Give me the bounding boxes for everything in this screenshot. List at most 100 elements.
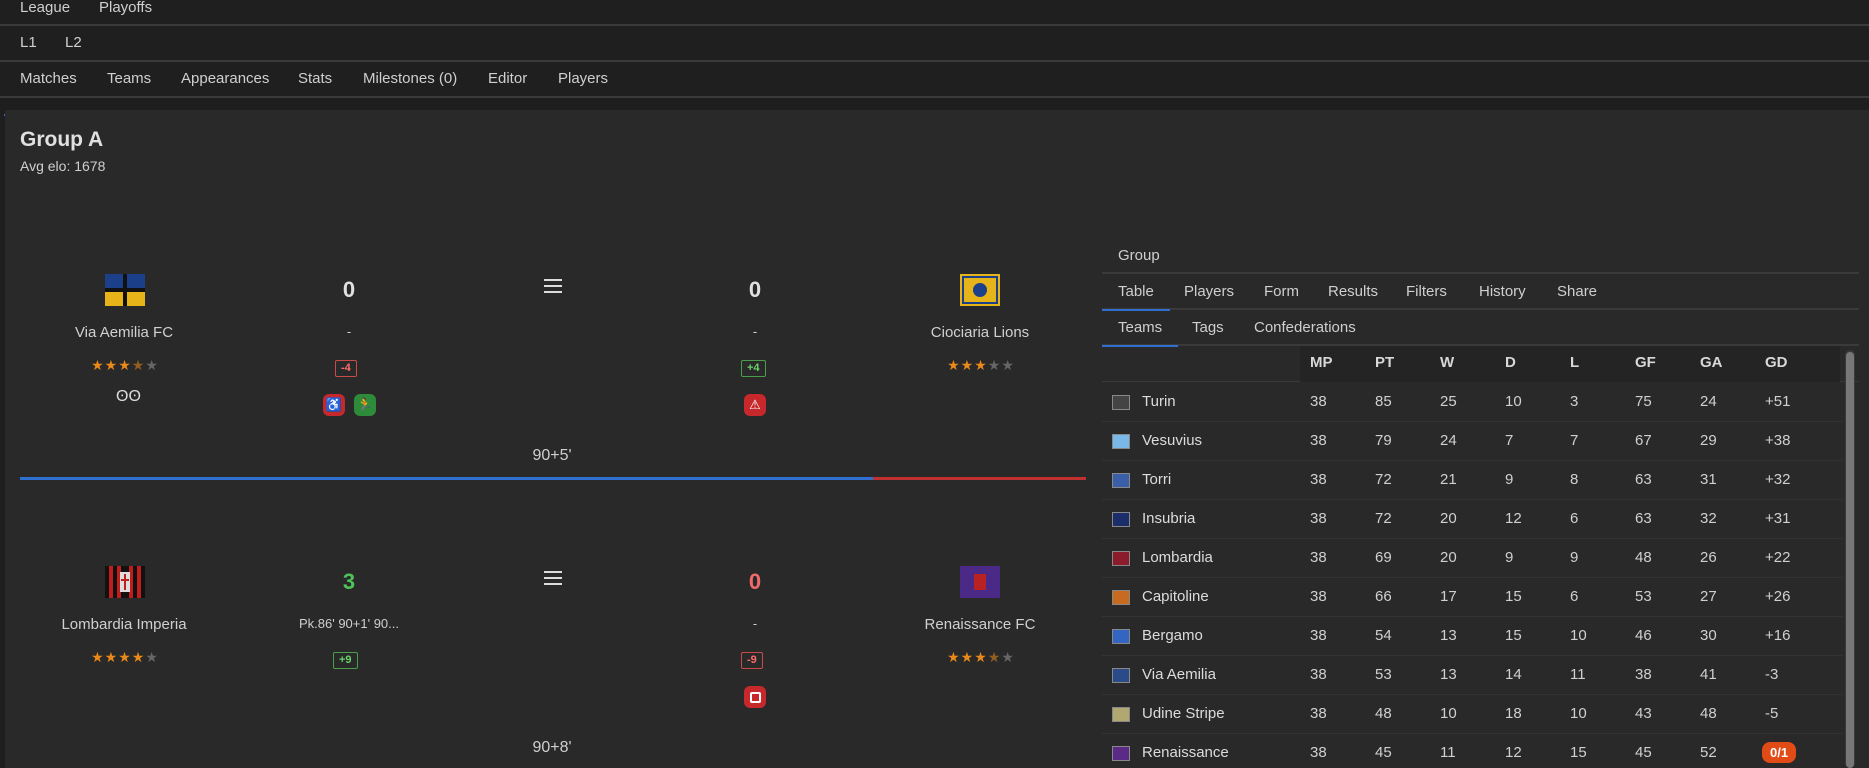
team-name[interactable]: Bergamo [1142,627,1203,644]
cell-ga: 27 [1700,588,1717,605]
cell-w: 21 [1440,471,1457,488]
tab-teams[interactable]: Teams [1101,319,1179,347]
menu-icon[interactable] [544,279,562,293]
table-row[interactable]: Lombardia 38 69 20 9 9 48 26 +22 [1102,539,1842,578]
team-flag-icon [1112,707,1130,722]
away-elo-change: -9 [741,652,763,669]
cell-gd: +32 [1765,471,1791,488]
team-name[interactable]: Turin [1142,393,1176,410]
tab-history[interactable]: History [1479,283,1526,300]
tab-teams[interactable]: Teams [107,71,151,105]
tab-table[interactable]: Table [1102,283,1170,311]
cell-l: 7 [1570,432,1579,449]
team-name[interactable]: Udine Stripe [1142,705,1225,722]
team-name[interactable]: Renaissance [1142,744,1229,761]
col-gd[interactable]: GD [1765,354,1788,371]
team-flag-icon [1112,590,1130,605]
table-row[interactable]: Via Aemilia 38 53 13 14 11 38 41 -3 [1102,656,1842,695]
tab-players[interactable]: Players [1184,283,1234,300]
cell-mp: 38 [1310,471,1327,488]
tab-appearances[interactable]: Appearances [181,71,269,105]
section-tabbar: Matches Teams Appearances Stats Mileston… [0,62,1869,116]
col-pt[interactable]: PT [1375,354,1394,371]
table-sub-tabs: Teams Tags Confederations [1101,310,1859,347]
cell-l: 9 [1570,549,1579,566]
tab-filters[interactable]: Filters [1406,283,1447,300]
table-row[interactable]: Udine Stripe 38 48 10 18 10 43 48 -5 [1102,695,1842,734]
cell-pt: 66 [1375,588,1392,605]
cell-mp: 38 [1310,510,1327,527]
cell-d: 12 [1505,744,1522,761]
team-name[interactable]: Insubria [1142,510,1195,527]
table-row[interactable]: Torri 38 72 21 9 8 63 31 +32 [1102,461,1842,500]
home-team-name[interactable]: Lombardia Imperia [14,616,234,633]
col-l[interactable]: L [1570,354,1579,371]
cell-pt: 72 [1375,471,1392,488]
cell-pt: 72 [1375,510,1392,527]
tab-editor[interactable]: Editor [488,71,527,105]
cell-mp: 38 [1310,588,1327,605]
menu-icon[interactable] [544,571,562,585]
renaissance-flag-icon [960,566,1000,598]
tab-confederations[interactable]: Confederations [1254,319,1356,336]
cell-gf: 43 [1635,705,1652,722]
table-row[interactable]: Turin 38 85 25 10 3 75 24 +51 [1102,383,1842,422]
tab-results[interactable]: Results [1328,283,1378,300]
tab-players[interactable]: Players [558,71,608,105]
cell-d: 10 [1505,393,1522,410]
col-d[interactable]: D [1505,354,1516,371]
table-row[interactable]: Bergamo 38 54 13 15 10 46 30 +16 [1102,617,1842,656]
team-name[interactable]: Vesuvius [1142,432,1202,449]
red-card-icon [744,686,766,708]
cell-gf: 67 [1635,432,1652,449]
cell-gd: +16 [1765,627,1791,644]
col-w[interactable]: W [1440,354,1454,371]
match-minute: 90+8' [532,739,572,756]
cell-w: 11 [1440,744,1456,761]
table-row[interactable]: Insubria 38 72 20 12 6 63 32 +31 [1102,500,1842,539]
team-name[interactable]: Torri [1142,471,1171,488]
cell-mp: 38 [1310,432,1327,449]
cell-d: 18 [1505,705,1522,722]
home-score: 0 [342,277,356,302]
col-mp[interactable]: MP [1310,354,1333,371]
col-gf[interactable]: GF [1635,354,1656,371]
cell-pt: 45 [1375,744,1392,761]
home-team-name[interactable]: Via Aemilia FC [14,324,234,341]
tab-tags[interactable]: Tags [1192,319,1224,336]
cell-l: 8 [1570,471,1579,488]
tab-matches[interactable]: Matches [4,71,93,116]
tab-milestones[interactable]: Milestones (0) [363,71,457,105]
table-scrollbar-thumb[interactable] [1846,352,1854,768]
cell-d: 7 [1505,432,1514,449]
team-name[interactable]: Via Aemilia [1142,666,1216,683]
cell-mp: 38 [1310,705,1327,722]
cell-gd: +38 [1765,432,1791,449]
team-name[interactable]: Capitoline [1142,588,1209,605]
cell-gf: 63 [1635,510,1652,527]
table-row[interactable]: Capitoline 38 66 17 15 6 53 27 +26 [1102,578,1842,617]
link-rings-icon: ʘʘ [116,388,141,405]
cell-ga: 26 [1700,549,1717,566]
cell-pt: 79 [1375,432,1392,449]
cell-d: 15 [1505,627,1522,644]
tab-group[interactable]: Group [1118,247,1160,264]
away-team-name[interactable]: Ciociaria Lions [870,324,1090,341]
team-name[interactable]: Lombardia [1142,549,1213,566]
col-ga[interactable]: GA [1700,354,1723,371]
away-team-name[interactable]: Renaissance FC [870,616,1090,633]
cell-l: 15 [1570,744,1587,761]
ciociaria-flag-icon [960,274,1000,306]
wheelchair-icon: ♿ [323,394,345,416]
tab-share[interactable]: Share [1557,283,1597,300]
cell-d: 14 [1505,666,1522,683]
table-row[interactable]: Vesuvius 38 79 24 7 7 67 29 +38 [1102,422,1842,461]
cell-gd: +26 [1765,588,1791,605]
table-row[interactable]: Renaissance 38 45 11 12 15 45 52 0/1 [1102,734,1842,768]
cell-gd: 0/1 [1762,742,1797,763]
tab-stats[interactable]: Stats [298,71,332,105]
group-header-tabs: Group [1102,238,1859,274]
cell-ga: 29 [1700,432,1717,449]
tab-form[interactable]: Form [1264,283,1299,300]
cell-w: 24 [1440,432,1457,449]
